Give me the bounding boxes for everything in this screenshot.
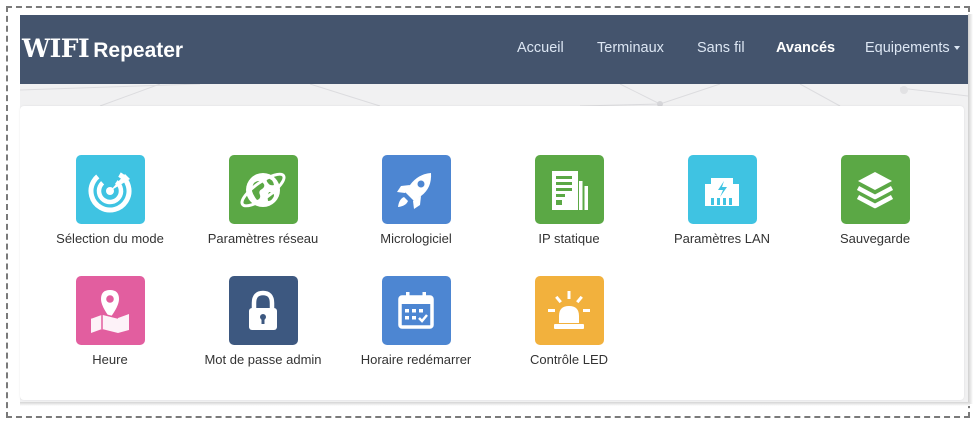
radar-icon: [75, 155, 145, 224]
tile-controle-led[interactable]: Contrôle LED: [494, 276, 644, 367]
tile-heure[interactable]: Heure: [35, 276, 185, 367]
lock-icon: [228, 276, 298, 345]
frame-shadow: [968, 14, 973, 404]
tile-label: Horaire redémarrer: [360, 352, 472, 367]
nav-accueil[interactable]: Accueil: [517, 40, 564, 56]
nav-equipements[interactable]: Equipements: [865, 40, 960, 56]
tile-label: Mot de passe admin: [204, 352, 322, 367]
calendar-icon: [381, 276, 451, 345]
tile-ip-statique[interactable]: IP statique: [494, 155, 644, 246]
tile-label: Paramètres réseau: [207, 231, 319, 246]
layers-icon: [840, 155, 910, 224]
tile-label: Contrôle LED: [529, 352, 609, 367]
tile-label: IP statique: [538, 231, 600, 246]
tile-horaire-redemarrer[interactable]: Horaire redémarrer: [341, 276, 491, 367]
siren-light-icon: [534, 276, 604, 345]
document-icon: [534, 155, 604, 224]
map-pin-icon: [75, 276, 145, 345]
tile-label: Micrologiciel: [380, 231, 452, 246]
nav-avances[interactable]: Avancés: [776, 40, 835, 56]
nav-equipements-label: Equipements: [865, 40, 950, 56]
tile-selection-mode[interactable]: Sélection du mode: [35, 155, 185, 246]
frame-shadow-bottom: [20, 402, 970, 406]
tile-parametres-reseau[interactable]: Paramètres réseau: [188, 155, 338, 246]
tile-parametres-lan[interactable]: Paramètres LAN: [647, 155, 797, 246]
tile-label: Sauvegarde: [839, 231, 911, 246]
nav-sans-fil[interactable]: Sans fil: [697, 40, 745, 56]
settings-panel: Sélection du mode Paramètres réseau Micr: [20, 106, 964, 400]
brand-repeater: Repeater: [93, 39, 184, 62]
tile-mot-de-passe-admin[interactable]: Mot de passe admin: [188, 276, 338, 367]
brand-logo: WIFI Repeater: [22, 34, 183, 63]
ethernet-port-icon: [687, 155, 757, 224]
globe-icon: [228, 155, 298, 224]
top-navbar: WIFI Repeater Accueil Terminaux Sans fil …: [20, 15, 968, 84]
chevron-down-icon: [953, 46, 960, 51]
tile-micrologiciel[interactable]: Micrologiciel: [341, 155, 491, 246]
brand-wifi: WIFI: [22, 34, 90, 63]
rocket-icon: [381, 155, 451, 224]
tile-label: Paramètres LAN: [673, 231, 771, 246]
nav-terminaux[interactable]: Terminaux: [597, 40, 664, 56]
tile-sauvegarde[interactable]: Sauvegarde: [800, 155, 950, 246]
tile-label: Sélection du mode: [56, 231, 164, 246]
tile-label: Heure: [92, 352, 128, 367]
